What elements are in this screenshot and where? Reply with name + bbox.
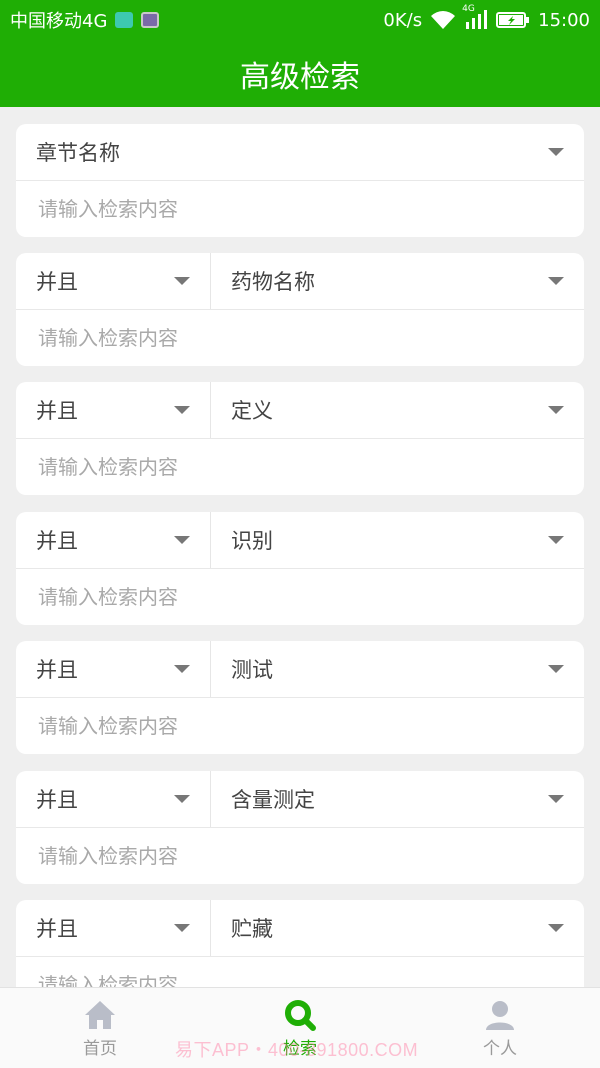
logic-select[interactable]: 并且	[16, 253, 211, 309]
criterion-card-4: 并且 识别	[16, 512, 584, 625]
app-bar: 高级检索	[0, 40, 600, 107]
dropdown-arrow-icon	[174, 277, 190, 285]
criterion-selectors: 章节名称	[16, 124, 584, 181]
field-select-value: 章节名称	[36, 141, 120, 165]
dropdown-arrow-icon	[174, 536, 190, 544]
search-content-input[interactable]	[36, 454, 564, 480]
carrier-label: 中国移动4G	[10, 11, 108, 32]
network-speed: 0K/s	[383, 9, 423, 31]
field-select[interactable]: 药物名称	[211, 253, 584, 309]
search-content-input[interactable]	[36, 713, 564, 739]
tab-home-label: 首页	[83, 1038, 117, 1059]
field-select-value: 药物名称	[231, 270, 315, 294]
android-debug-icon	[115, 12, 134, 28]
image-notification-icon	[141, 12, 160, 28]
criterion-card-1: 章节名称	[16, 124, 584, 237]
dropdown-arrow-icon	[548, 924, 564, 932]
field-select-value: 定义	[231, 399, 273, 423]
field-select-value: 识别	[231, 529, 273, 553]
logic-select-value: 并且	[36, 658, 78, 682]
criterion-card-7: 并且 贮藏	[16, 900, 584, 987]
dropdown-arrow-icon	[174, 406, 190, 414]
tab-search[interactable]: 检索	[200, 988, 400, 1068]
field-select-value: 含量测定	[231, 788, 315, 812]
dropdown-arrow-icon	[548, 536, 564, 544]
field-select[interactable]: 定义	[211, 382, 584, 438]
dropdown-arrow-icon	[174, 665, 190, 673]
clock: 15:00	[538, 9, 590, 31]
field-select-value: 测试	[231, 658, 273, 682]
battery-charging-icon	[496, 12, 530, 28]
dropdown-arrow-icon	[548, 406, 564, 414]
search-criteria-list[interactable]: 章节名称 并且 药物名称 并且	[0, 107, 600, 987]
tab-profile[interactable]: 个人	[400, 988, 600, 1068]
dropdown-arrow-icon	[548, 795, 564, 803]
criterion-input-row	[16, 698, 584, 754]
field-select[interactable]: 识别	[211, 512, 584, 568]
dropdown-arrow-icon	[548, 277, 564, 285]
criterion-input-row	[16, 957, 584, 987]
search-content-input[interactable]	[36, 972, 564, 987]
tab-search-label: 检索	[283, 1038, 317, 1059]
criterion-card-6: 并且 含量测定	[16, 771, 584, 884]
logic-select-value: 并且	[36, 788, 78, 812]
criterion-card-5: 并且 测试	[16, 641, 584, 754]
search-icon	[285, 999, 316, 1031]
search-content-input[interactable]	[36, 843, 564, 869]
criterion-selectors: 并且 测试	[16, 641, 584, 698]
network-badge: 4G	[462, 4, 475, 14]
criterion-input-row	[16, 439, 584, 495]
bottom-tab-bar: 首页 检索 个人	[0, 987, 600, 1068]
dropdown-arrow-icon	[174, 924, 190, 932]
logic-select[interactable]: 并且	[16, 382, 211, 438]
cell-signal: 4G	[462, 4, 488, 30]
dropdown-arrow-icon	[174, 795, 190, 803]
search-content-input[interactable]	[36, 584, 564, 610]
page-title: 高级检索	[240, 59, 360, 95]
search-content-input[interactable]	[36, 325, 564, 351]
person-icon	[486, 1000, 514, 1030]
criterion-card-3: 并且 定义	[16, 382, 584, 495]
field-select[interactable]: 含量测定	[211, 771, 584, 827]
tab-profile-label: 个人	[483, 1038, 517, 1059]
dropdown-arrow-icon	[548, 148, 564, 156]
criterion-selectors: 并且 贮藏	[16, 900, 584, 957]
criterion-selectors: 并且 含量测定	[16, 771, 584, 828]
criterion-card-2: 并且 药物名称	[16, 253, 584, 366]
tab-home[interactable]: 首页	[0, 988, 200, 1068]
field-select[interactable]: 贮藏	[211, 900, 584, 956]
criterion-input-row	[16, 828, 584, 884]
logic-select-value: 并且	[36, 270, 78, 294]
field-select[interactable]: 章节名称	[16, 124, 584, 180]
logic-select-value: 并且	[36, 917, 78, 941]
criterion-input-row	[16, 310, 584, 366]
criterion-input-row	[16, 181, 584, 237]
logic-select[interactable]: 并且	[16, 900, 211, 956]
criterion-selectors: 并且 定义	[16, 382, 584, 439]
criterion-selectors: 并且 识别	[16, 512, 584, 569]
criterion-input-row	[16, 569, 584, 625]
logic-select-value: 并且	[36, 399, 78, 423]
logic-select-value: 并且	[36, 529, 78, 553]
field-select[interactable]: 测试	[211, 641, 584, 697]
field-select-value: 贮藏	[231, 917, 273, 941]
wifi-icon	[431, 11, 456, 29]
criterion-selectors: 并且 药物名称	[16, 253, 584, 310]
home-icon	[85, 1000, 115, 1029]
logic-select[interactable]: 并且	[16, 512, 211, 568]
status-bar: 中国移动4G 0K/s 4G 15:00	[0, 0, 600, 40]
logic-select[interactable]: 并且	[16, 771, 211, 827]
search-content-input[interactable]	[36, 196, 564, 222]
dropdown-arrow-icon	[548, 665, 564, 673]
logic-select[interactable]: 并且	[16, 641, 211, 697]
